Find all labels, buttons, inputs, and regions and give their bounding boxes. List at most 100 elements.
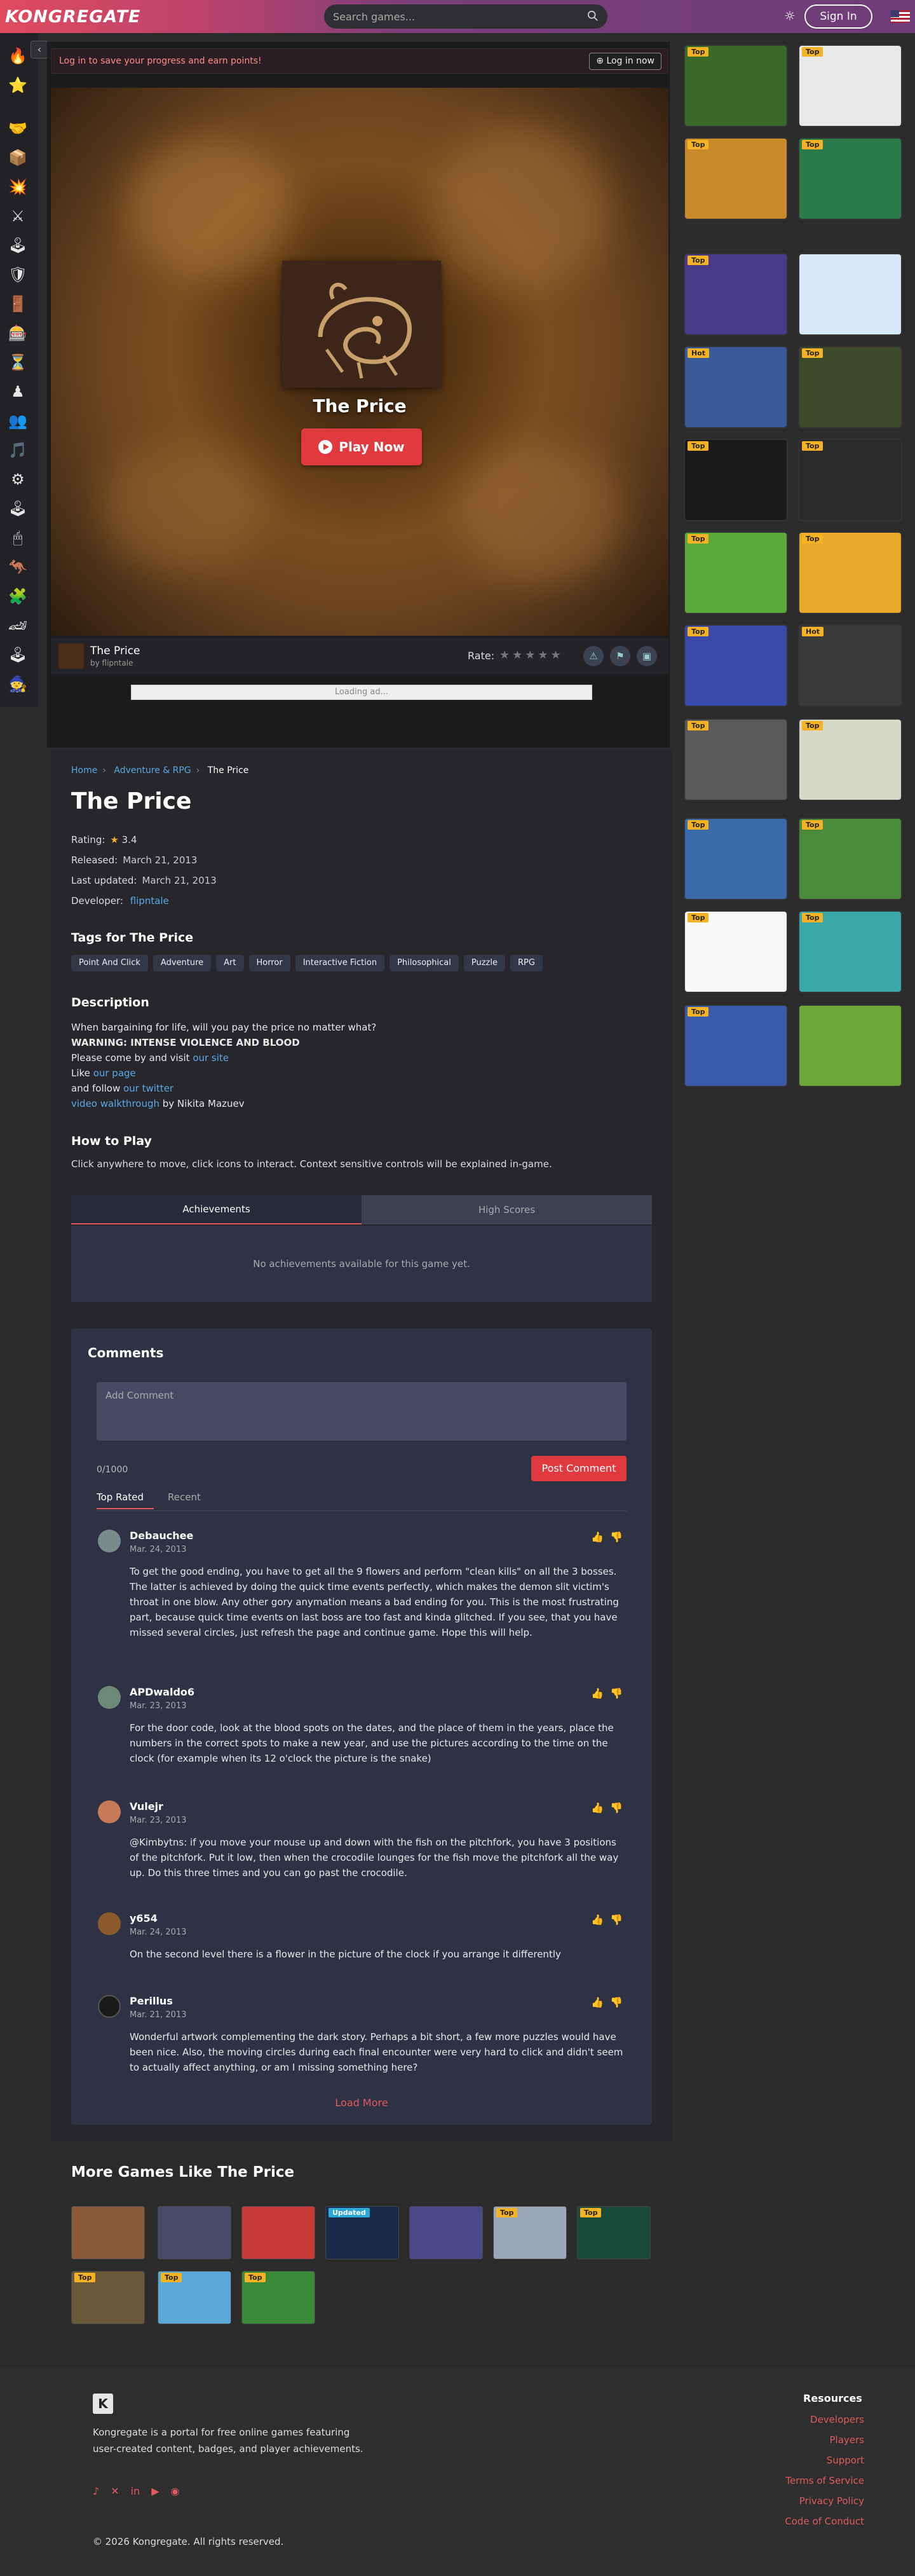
puzzle-icon[interactable]: 🧩 [8, 586, 28, 606]
comment-author[interactable]: Vulejr [130, 1800, 163, 1812]
box-icon[interactable]: 📦 [8, 147, 28, 168]
wizard-icon[interactable]: 🧙 [8, 674, 28, 694]
rating-stars[interactable]: ★★★★★ [499, 648, 564, 662]
play-now-button[interactable]: Play Now [301, 428, 422, 465]
upvote-icon[interactable]: 👍 [591, 1996, 604, 2008]
tag[interactable]: Point And Click [71, 955, 148, 971]
breadcrumb-home[interactable]: Home [71, 765, 97, 776]
discord-icon[interactable]: ◉ [171, 2485, 180, 2497]
developer-link[interactable]: flipntale [130, 895, 169, 907]
upvote-icon[interactable]: 👍 [591, 1531, 604, 1543]
hot-icon[interactable]: 🔥 [8, 46, 28, 66]
tab-achievements[interactable]: Achievements [71, 1195, 362, 1224]
action-icon[interactable]: 💥 [8, 177, 28, 197]
downvote-icon[interactable]: 👎 [610, 1914, 623, 1926]
chess-icon[interactable]: ♟ [8, 381, 28, 402]
related-game-thumbnail[interactable]: Top [798, 439, 902, 521]
more-game-thumbnail[interactable] [71, 2206, 145, 2259]
more-game-thumbnail[interactable]: Top [71, 2271, 145, 2324]
settings-icon[interactable]: ⚙ [8, 469, 28, 490]
tag[interactable]: Art [216, 955, 244, 971]
related-game-thumbnail[interactable]: Top [798, 718, 902, 801]
more-game-thumbnail[interactable]: Top [241, 2271, 315, 2324]
search-icon[interactable] [587, 10, 599, 22]
theme-toggle-icon[interactable]: ☼ [783, 9, 797, 23]
related-game-thumbnail[interactable]: Hot [798, 624, 902, 707]
post-comment-button[interactable]: Post Comment [531, 1456, 627, 1481]
twitter-link[interactable]: our twitter [123, 1083, 173, 1094]
comment-author[interactable]: y654 [130, 1912, 158, 1924]
related-game-thumbnail[interactable]: Top [684, 624, 788, 707]
downvote-icon[interactable]: 👎 [610, 1802, 623, 1814]
footer-link-developers[interactable]: Developers [810, 2414, 864, 2425]
site-link[interactable]: our site [193, 1052, 229, 1064]
related-game-thumbnail[interactable]: Hot [684, 346, 788, 428]
tag[interactable]: Horror [248, 955, 290, 971]
downvote-icon[interactable]: 👎 [610, 1996, 623, 2008]
footer-link-support[interactable]: Support [827, 2455, 864, 2466]
related-game-thumbnail[interactable]: Top [798, 45, 902, 127]
door-icon[interactable]: 🚪 [8, 294, 28, 314]
flag-icon[interactable]: ⚑ [610, 646, 630, 666]
more-game-thumbnail[interactable] [158, 2206, 231, 2259]
tag[interactable]: Philosophical [390, 955, 459, 971]
related-game-thumbnail[interactable] [798, 1004, 902, 1087]
more-game-thumbnail[interactable]: Top [577, 2206, 651, 2259]
hourglass-icon[interactable]: ⏳ [8, 352, 28, 373]
more-game-thumbnail[interactable]: Top [493, 2206, 567, 2259]
more-game-thumbnail[interactable] [241, 2206, 315, 2259]
related-game-thumbnail[interactable]: Top [684, 137, 788, 220]
more-game-thumbnail[interactable]: Updated [325, 2206, 399, 2259]
tab-recent[interactable]: Recent [168, 1491, 201, 1508]
report-icon[interactable]: ⚠ [583, 646, 604, 666]
upvote-icon[interactable]: 👍 [591, 1687, 604, 1699]
idle-icon[interactable]: 🤝 [8, 118, 28, 139]
sidebar-collapse-button[interactable]: ‹ [30, 41, 48, 58]
upvote-icon[interactable]: 👍 [591, 1914, 604, 1926]
related-game-thumbnail[interactable]: Top [684, 253, 788, 336]
footer-link-terms[interactable]: Terms of Service [785, 2475, 864, 2486]
racing-icon[interactable]: 🏎 [8, 615, 28, 636]
footer-link-privacy[interactable]: Privacy Policy [799, 2495, 864, 2507]
related-game-thumbnail[interactable]: Top [684, 439, 788, 521]
language-flag-icon[interactable] [891, 10, 910, 23]
footer-link-conduct[interactable]: Code of Conduct [785, 2516, 864, 2527]
related-game-thumbnail[interactable]: Top [684, 718, 788, 801]
comment-input[interactable]: Add Comment [97, 1382, 627, 1441]
tiktok-icon[interactable]: ♪ [93, 2485, 99, 2497]
related-game-thumbnail[interactable]: Top [798, 346, 902, 428]
related-game-thumbnail[interactable]: Top [798, 137, 902, 220]
footer-logo[interactable]: K [93, 2394, 113, 2414]
comment-author[interactable]: APDwaldo6 [130, 1686, 194, 1698]
tab-high-scores[interactable]: High Scores [362, 1195, 652, 1224]
related-game-thumbnail[interactable]: Top [684, 45, 788, 127]
load-more-button[interactable]: Load More [71, 2097, 652, 2109]
multiplayer-icon[interactable]: 👥 [8, 411, 28, 431]
mouse-icon[interactable]: 🖱 [8, 528, 28, 548]
defense-icon[interactable]: 🛡 [8, 264, 28, 285]
favorites-icon[interactable]: ⭐ [8, 75, 28, 95]
tab-top-rated[interactable]: Top Rated [97, 1491, 154, 1509]
more-game-thumbnail[interactable] [409, 2206, 483, 2259]
related-game-thumbnail[interactable]: Top [798, 910, 902, 993]
game-author[interactable]: by flipntale [90, 659, 133, 668]
footer-link-players[interactable]: Players [830, 2434, 865, 2446]
search-input[interactable]: Search games... [324, 4, 607, 29]
walkthrough-link[interactable]: video walkthrough [71, 1098, 159, 1109]
tag[interactable]: Adventure [152, 955, 212, 971]
x-icon[interactable]: ✕ [111, 2485, 119, 2497]
related-game-thumbnail[interactable]: Top [684, 1004, 788, 1087]
linkedin-icon[interactable]: in [131, 2485, 140, 2497]
breadcrumb-category[interactable]: Adventure & RPG [114, 765, 191, 776]
related-game-thumbnail[interactable]: Top [684, 818, 788, 900]
log-in-now-button[interactable]: ⊕ Log in now [589, 53, 661, 70]
related-game-thumbnail[interactable]: Top [798, 818, 902, 900]
related-game-thumbnail[interactable]: Top [684, 910, 788, 993]
retro-icon[interactable]: 🕹 [8, 645, 28, 665]
related-game-thumbnail[interactable]: Top [798, 531, 902, 614]
tag[interactable]: Puzzle [463, 955, 505, 971]
downvote-icon[interactable]: 👎 [610, 1531, 623, 1543]
page-link[interactable]: our page [93, 1067, 136, 1079]
related-game-thumbnail[interactable]: Top [684, 531, 788, 614]
comment-author[interactable]: Debauchee [130, 1530, 193, 1542]
